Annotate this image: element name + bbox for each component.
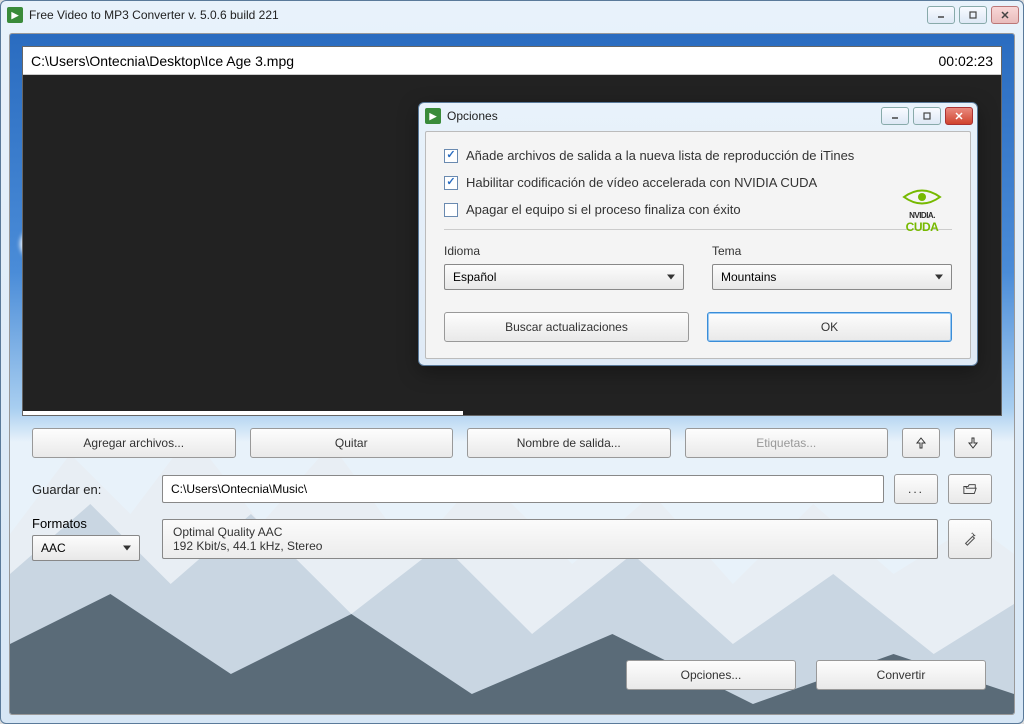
formats-label: Formatos — [32, 516, 152, 531]
save-to-label: Guardar en: — [32, 482, 152, 497]
options-button[interactable]: Opciones... — [626, 660, 796, 690]
itunes-playlist-label: Añade archivos de salida a la nueva list… — [466, 148, 854, 163]
theme-select[interactable]: Mountains — [712, 264, 952, 290]
input-file-path: C:\Users\Ontecnia\Desktop\Ice Age 3.mpg — [31, 53, 939, 69]
dialog-minimize-button[interactable] — [881, 107, 909, 125]
magic-wand-icon — [963, 532, 977, 546]
dialog-icon: ▶ — [425, 108, 441, 124]
language-label: Idioma — [444, 244, 684, 258]
main-titlebar[interactable]: ▶ Free Video to MP3 Converter v. 5.0.6 b… — [1, 1, 1023, 29]
open-folder-button[interactable] — [948, 474, 992, 504]
arrow-down-icon — [966, 436, 980, 450]
preset-wizard-button[interactable] — [948, 519, 992, 559]
minimize-button[interactable] — [927, 6, 955, 24]
itunes-playlist-checkbox[interactable] — [444, 149, 458, 163]
nvidia-eye-icon — [902, 186, 942, 208]
add-files-button[interactable]: Agregar archivos... — [32, 428, 236, 458]
ok-button[interactable]: OK — [707, 312, 952, 342]
cuda-encoding-checkbox[interactable] — [444, 176, 458, 190]
browse-folder-button[interactable]: ... — [894, 474, 938, 504]
app-title: Free Video to MP3 Converter v. 5.0.6 bui… — [29, 8, 927, 22]
remove-button[interactable]: Quitar — [250, 428, 454, 458]
divider — [444, 229, 952, 230]
quality-preset-display[interactable]: Optimal Quality AAC 192 Kbit/s, 44.1 kHz… — [162, 519, 938, 559]
dialog-maximize-button[interactable] — [913, 107, 941, 125]
move-down-button[interactable] — [954, 428, 992, 458]
dialog-titlebar[interactable]: ▶ Opciones — [419, 103, 977, 129]
ellipsis-icon: ... — [908, 482, 924, 496]
video-duration: 00:02:23 — [939, 53, 994, 69]
main-content-area: C:\Users\Ontecnia\Desktop\Ice Age 3.mpg … — [9, 33, 1015, 715]
folder-open-icon — [963, 482, 977, 496]
language-select[interactable]: Español — [444, 264, 684, 290]
playback-progress[interactable] — [23, 411, 463, 415]
dialog-close-button[interactable] — [945, 107, 973, 125]
dialog-title: Opciones — [447, 109, 881, 123]
tags-button[interactable]: Etiquetas... — [685, 428, 889, 458]
output-name-button[interactable]: Nombre de salida... — [467, 428, 671, 458]
convert-button[interactable]: Convertir — [816, 660, 986, 690]
check-updates-button[interactable]: Buscar actualizaciones — [444, 312, 689, 342]
maximize-button[interactable] — [959, 6, 987, 24]
save-path-field[interactable]: C:\Users\Ontecnia\Music\ — [162, 475, 884, 503]
arrow-up-icon — [914, 436, 928, 450]
shutdown-label: Apagar el equipo si el proceso finaliza … — [466, 202, 741, 217]
move-up-button[interactable] — [902, 428, 940, 458]
shutdown-checkbox[interactable] — [444, 203, 458, 217]
close-button[interactable] — [991, 6, 1019, 24]
format-select[interactable]: AAC — [32, 535, 140, 561]
app-icon: ▶ — [7, 7, 23, 23]
options-dialog: ▶ Opciones Añade archivos de salida a la… — [418, 102, 978, 366]
main-window: ▶ Free Video to MP3 Converter v. 5.0.6 b… — [0, 0, 1024, 724]
theme-label: Tema — [712, 244, 952, 258]
nvidia-cuda-logo: NVIDIA.CUDA — [902, 186, 942, 234]
cuda-encoding-label: Habilitar codificación de vídeo accelera… — [466, 175, 817, 190]
